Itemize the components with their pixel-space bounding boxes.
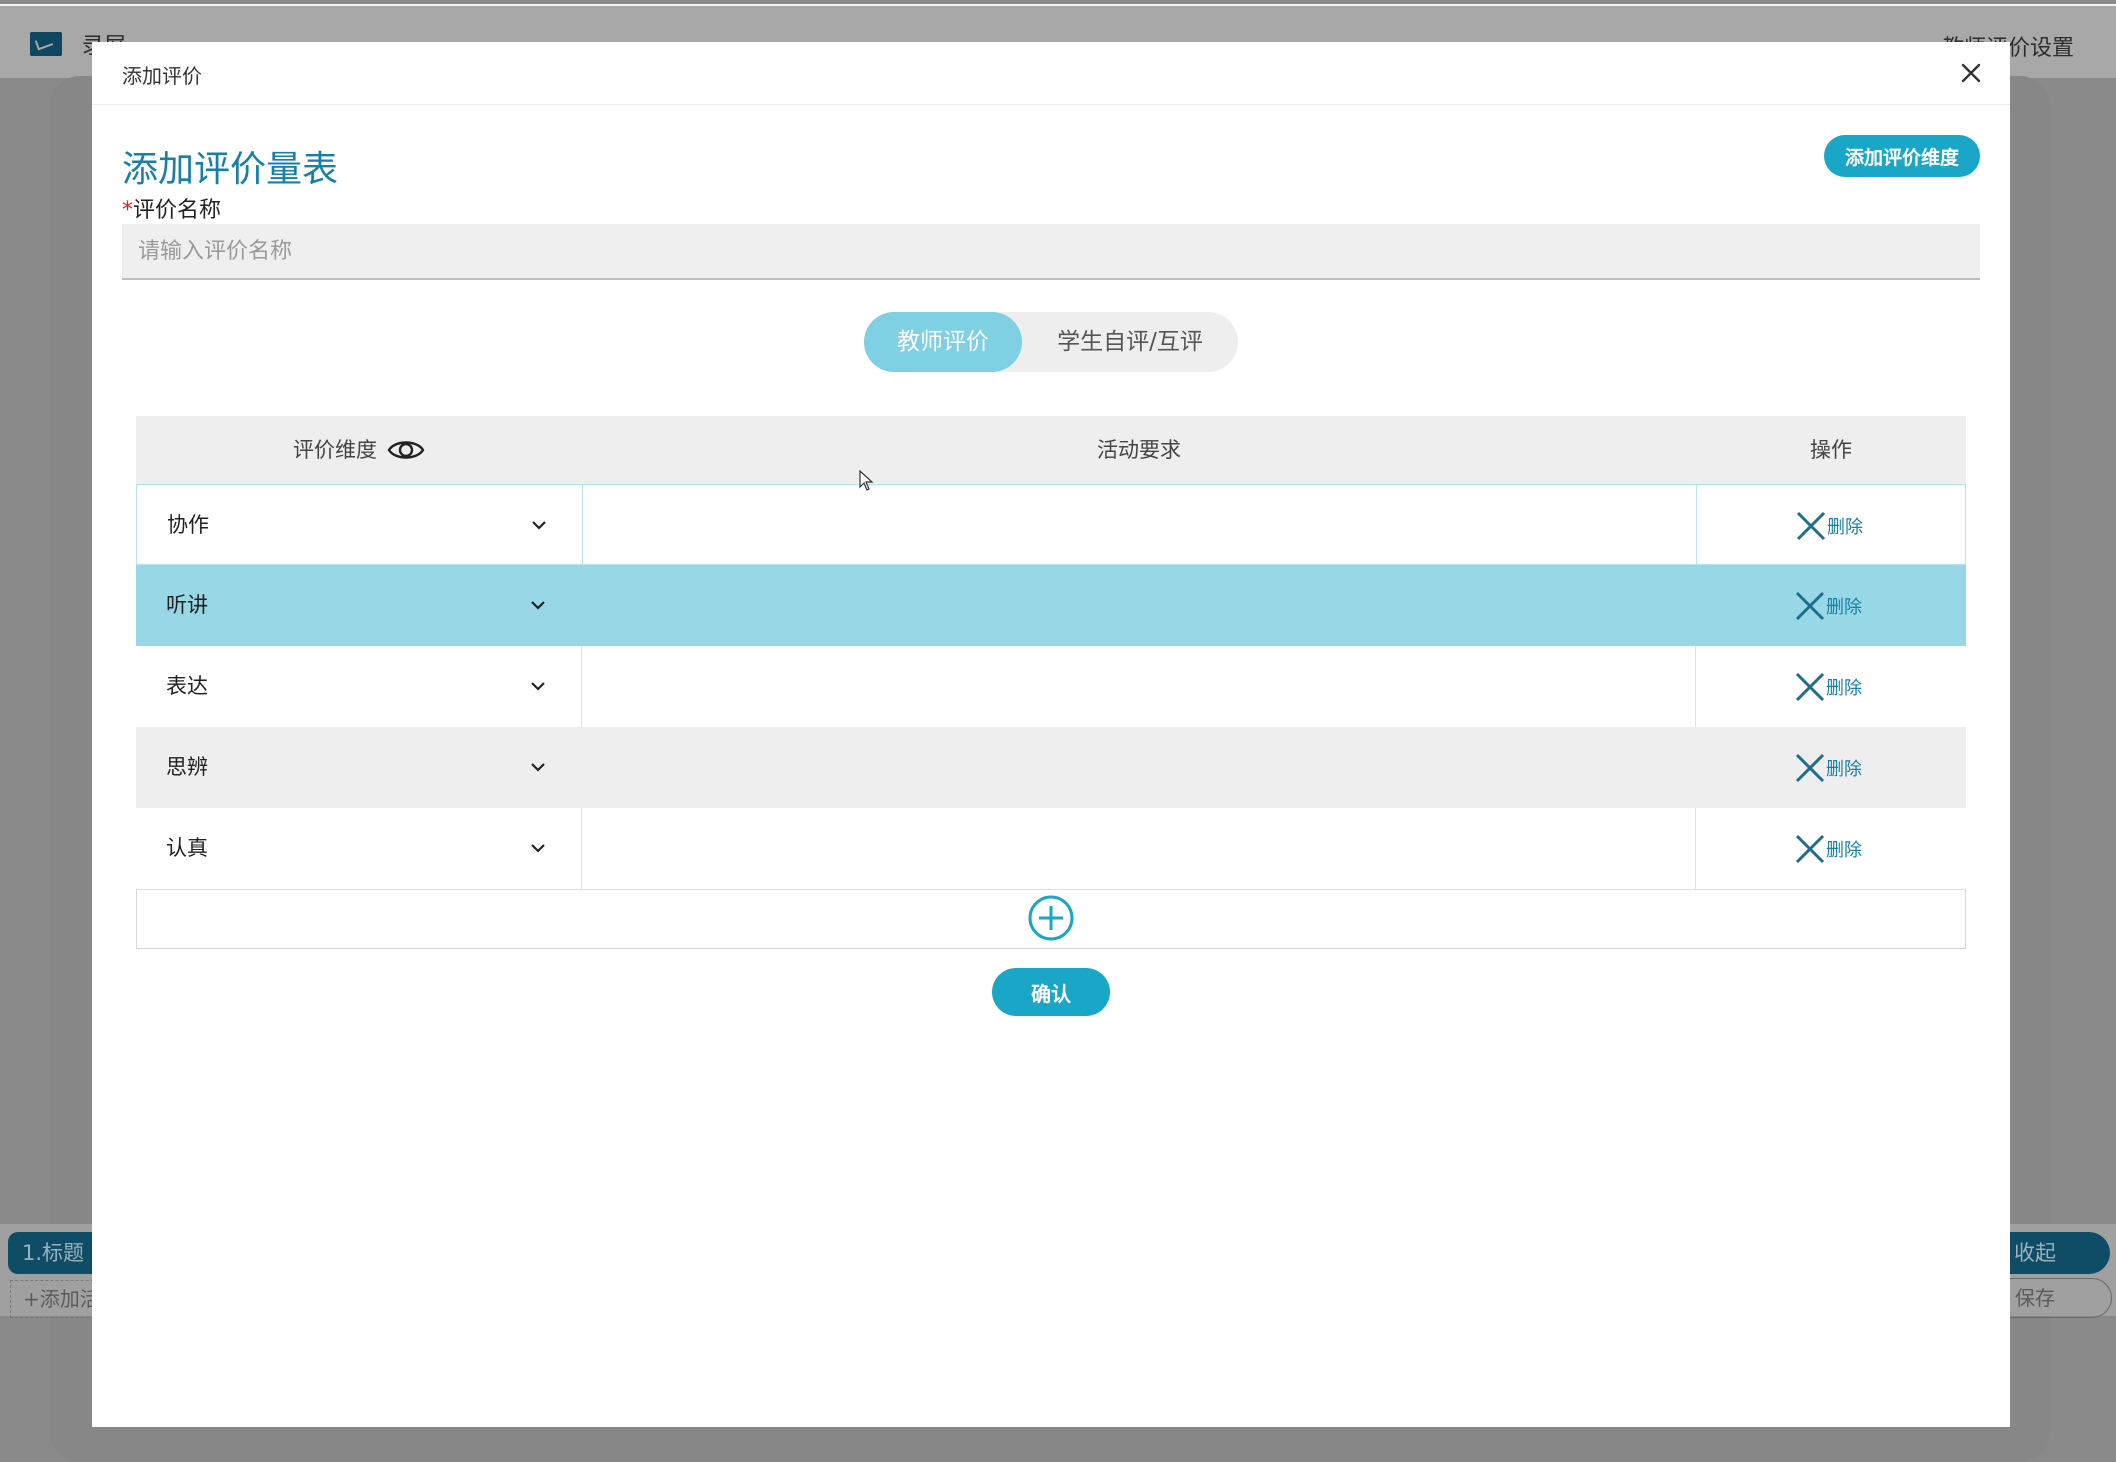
modal-header-title: 添加评价: [122, 64, 202, 88]
dimension-select[interactable]: 协作: [137, 485, 583, 564]
requirement-input[interactable]: [582, 727, 1696, 808]
confirm-button[interactable]: 确认: [992, 968, 1110, 1016]
tab-teacher-evaluation[interactable]: 教师评价: [864, 312, 1022, 372]
dimension-value: 思辨: [166, 755, 208, 779]
dimension-value: 听讲: [166, 593, 208, 617]
delete-button[interactable]: 删除: [1794, 589, 1862, 623]
table-header: 评价维度 活动要求 操作: [136, 416, 1966, 484]
modal-header: 添加评价: [92, 42, 2010, 105]
header-operation: 操作: [1810, 438, 1852, 462]
operation-cell: 删除: [1696, 727, 1966, 808]
header-dimension: 评价维度: [136, 416, 582, 484]
operation-cell: 删除: [1696, 808, 1966, 889]
evaluation-name-input[interactable]: [122, 224, 1980, 280]
dimension-select[interactable]: 思辨: [136, 727, 582, 808]
dimension-value: 认真: [166, 836, 208, 860]
delete-label: 删除: [1827, 517, 1863, 538]
dimension-select[interactable]: 听讲: [136, 565, 582, 646]
mouse-cursor-icon: [859, 470, 874, 491]
evaluation-type-toggle: 教师评价 学生自评/互评: [864, 312, 1238, 372]
delete-label: 删除: [1826, 840, 1862, 861]
delete-button[interactable]: 删除: [1794, 670, 1862, 704]
add-evaluation-modal: 添加评价 添加评价量表 添加评价维度 *评价名称 教师评价 学生自评/互评 评价…: [92, 42, 2010, 1427]
requirement-input[interactable]: [583, 485, 1697, 564]
chevron-down-icon: [531, 601, 545, 610]
chevron-down-icon: [531, 844, 545, 853]
name-field-label: *评价名称: [122, 192, 221, 224]
delete-label: 删除: [1826, 678, 1862, 699]
dimension-select[interactable]: 认真: [136, 808, 582, 889]
eye-icon[interactable]: [387, 436, 425, 464]
chevron-down-icon: [531, 763, 545, 772]
table-row: 表达 删除: [136, 646, 1966, 727]
operation-cell: 删除: [1696, 565, 1966, 646]
add-row-plus-icon[interactable]: [1027, 894, 1075, 942]
delete-button[interactable]: 删除: [1795, 509, 1863, 543]
header-dimension-label: 评价维度: [293, 438, 377, 462]
dimension-select[interactable]: 表达: [136, 646, 582, 727]
delete-x-icon: [1795, 753, 1825, 783]
name-label-text: 评价名称: [133, 198, 222, 223]
evaluation-table: 评价维度 活动要求 操作 协作 删除 听讲 删除 表达 删除 思辨 删除 认真 …: [136, 416, 1966, 949]
add-row: [136, 889, 1966, 949]
table-row: 听讲 删除: [136, 565, 1966, 646]
delete-button[interactable]: 删除: [1794, 832, 1862, 866]
delete-x-icon: [1795, 672, 1825, 702]
operation-cell: 删除: [1696, 646, 1966, 727]
delete-x-icon: [1795, 834, 1825, 864]
tab-student-evaluation[interactable]: 学生自评/互评: [1022, 312, 1238, 372]
page-title: 添加评价量表: [122, 149, 339, 190]
add-dimension-button[interactable]: 添加评价维度: [1824, 135, 1980, 177]
delete-x-icon: [1796, 511, 1826, 541]
dimension-value: 协作: [167, 513, 209, 537]
dimension-value: 表达: [166, 674, 208, 698]
requirement-input[interactable]: [582, 646, 1696, 727]
delete-label: 删除: [1826, 597, 1862, 618]
delete-x-icon: [1795, 591, 1825, 621]
required-mark: *: [122, 198, 133, 223]
table-row: 认真 删除: [136, 808, 1966, 889]
close-icon[interactable]: [1954, 56, 1988, 90]
screen-record-icon: [30, 32, 62, 56]
requirement-input[interactable]: [582, 565, 1696, 646]
chevron-down-icon: [532, 521, 546, 530]
delete-label: 删除: [1826, 759, 1862, 780]
table-row: 思辨 删除: [136, 727, 1966, 808]
delete-button[interactable]: 删除: [1794, 751, 1862, 785]
requirement-input[interactable]: [582, 808, 1696, 889]
table-row: 协作 删除: [136, 484, 1966, 565]
header-requirement: 活动要求: [1097, 438, 1181, 462]
chevron-down-icon: [531, 682, 545, 691]
operation-cell: 删除: [1697, 485, 1967, 564]
